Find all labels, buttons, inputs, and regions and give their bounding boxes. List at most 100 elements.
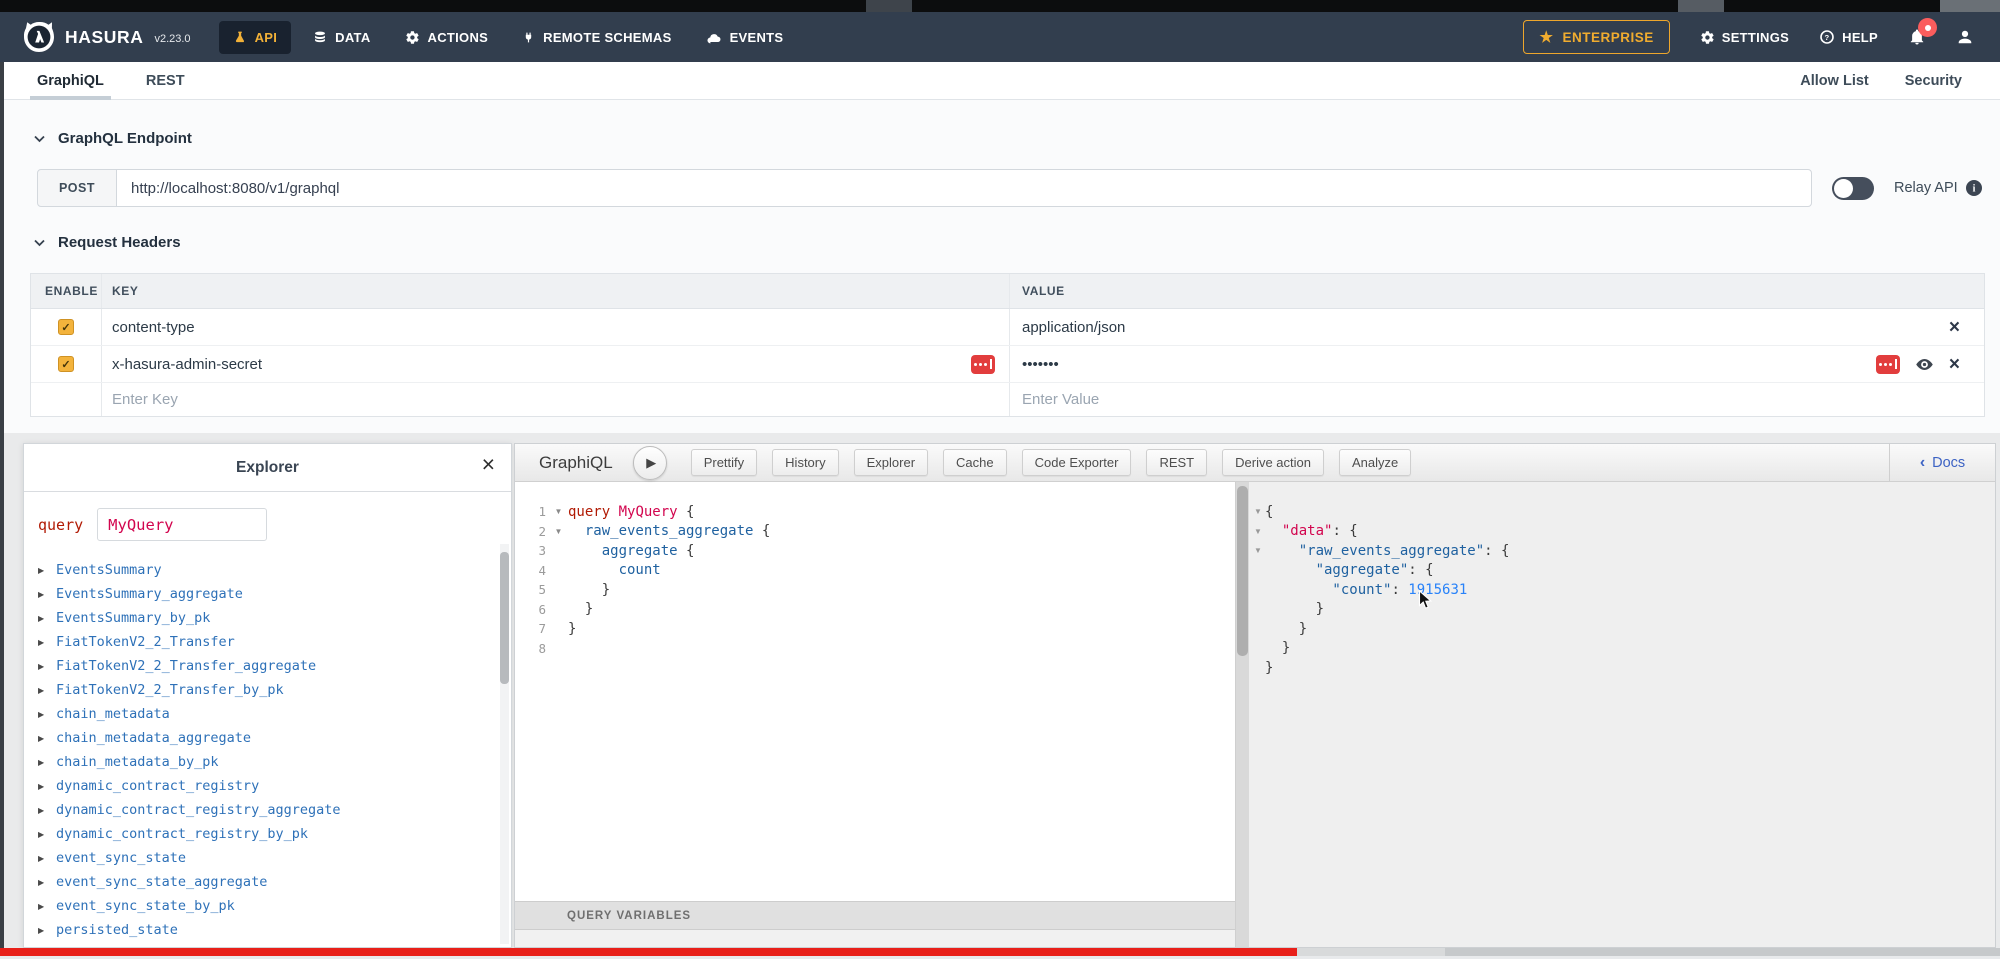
editor-scrollbar[interactable]	[1235, 482, 1249, 947]
tab-security[interactable]: Security	[1905, 62, 1962, 100]
tab-allow-list[interactable]: Allow List	[1800, 62, 1868, 100]
value-cell[interactable]: •••••••×	[1009, 346, 1984, 382]
response-text: }	[1265, 621, 1307, 637]
user-icon[interactable]	[1956, 28, 1974, 46]
token: }	[1265, 660, 1273, 676]
line-number: 8	[515, 641, 551, 656]
nav-tab-remote-schemas[interactable]: REMOTE SCHEMAS	[510, 21, 683, 54]
fold-icon[interactable]: ▼	[1249, 527, 1265, 536]
rest-button[interactable]: REST	[1146, 449, 1207, 476]
subnav-left-tabs: GraphiQL REST	[37, 62, 185, 100]
fold-icon[interactable]: ▼	[1249, 546, 1265, 555]
tab-graphiql[interactable]: GraphiQL	[37, 62, 104, 100]
explorer-field-FiatTokenV2_2_Transfer[interactable]: ▶FiatTokenV2_2_Transfer	[38, 630, 497, 654]
gear-icon	[1700, 30, 1715, 45]
code-exporter-button[interactable]: Code Exporter	[1022, 449, 1132, 476]
play-icon: ▶	[646, 455, 656, 471]
hasura-logo-icon[interactable]	[22, 20, 56, 54]
explorer-field-dynamic_contract_registry_by_pk[interactable]: ▶dynamic_contract_registry_by_pk	[38, 822, 497, 846]
nav-tab-data[interactable]: DATA	[301, 21, 382, 54]
close-icon[interactable]: ×	[482, 453, 495, 476]
explorer-field-persisted_state[interactable]: ▶persisted_state	[38, 918, 497, 942]
graphiql-title: GraphiQL	[539, 453, 613, 473]
cache-button[interactable]: Cache	[943, 449, 1007, 476]
explorer-field-label: chain_metadata_by_pk	[56, 754, 219, 770]
new-key-cell[interactable]: Enter Key	[101, 383, 1009, 416]
derive-action-button[interactable]: Derive action	[1222, 449, 1324, 476]
value-cell[interactable]: application/json×	[1009, 309, 1984, 345]
remove-header-icon[interactable]: ×	[1949, 355, 1960, 374]
response-line: "count": 1915631	[1249, 580, 1995, 600]
analyze-button[interactable]: Analyze	[1339, 449, 1411, 476]
operation-name-input[interactable]	[97, 508, 267, 541]
query-variables-bar[interactable]: QUERY VARIABLES	[515, 901, 1235, 930]
docs-button[interactable]: ‹ Docs	[1889, 444, 1995, 481]
explorer-field-event_sync_state[interactable]: ▶event_sync_state	[38, 846, 497, 870]
explorer-field-FiatTokenV2_2_Transfer_aggregate[interactable]: ▶FiatTokenV2_2_Transfer_aggregate	[38, 654, 497, 678]
explorer-scrollbar[interactable]	[500, 544, 509, 944]
explorer-field-event_sync_state_by_pk[interactable]: ▶event_sync_state_by_pk	[38, 894, 497, 918]
new-header-row: Enter KeyEnter Value	[31, 383, 1984, 416]
header-enabled-checkbox[interactable]: ✓	[58, 319, 74, 335]
explorer-field-FiatTokenV2_2_Transfer_by_pk[interactable]: ▶FiatTokenV2_2_Transfer_by_pk	[38, 678, 497, 702]
nav-tab-api[interactable]: API	[219, 21, 292, 54]
history-button[interactable]: History	[772, 449, 838, 476]
explorer-field-label: FiatTokenV2_2_Transfer	[56, 634, 235, 650]
graphql-endpoint-collapse[interactable]: GraphQL Endpoint	[34, 130, 192, 147]
top-strip-notch	[866, 0, 912, 12]
info-icon[interactable]: i	[1966, 180, 1982, 201]
chevron-down-icon	[34, 135, 45, 143]
settings-button[interactable]: SETTINGS	[1700, 30, 1789, 45]
explorer-field-label: chain_metadata_aggregate	[56, 730, 251, 746]
secret-dots-badge[interactable]	[1876, 355, 1900, 374]
enterprise-button[interactable]: ★ ENTERPRISE	[1523, 20, 1669, 54]
response-text: {	[1265, 504, 1273, 520]
fold-icon[interactable]: ▼	[551, 507, 566, 516]
header-enabled-checkbox[interactable]: ✓	[58, 356, 74, 372]
triangle-right-icon: ▶	[38, 758, 47, 767]
fold-icon[interactable]: ▼	[551, 527, 566, 536]
token: :	[1391, 582, 1408, 598]
explorer-field-dynamic_contract_registry[interactable]: ▶dynamic_contract_registry	[38, 774, 497, 798]
brand-name[interactable]: HASURA	[65, 27, 143, 48]
explorer-field-label: dynamic_contract_registry_by_pk	[56, 826, 308, 842]
token: {	[753, 523, 770, 539]
explorer-field-chain_metadata_by_pk[interactable]: ▶ chain_metadata_by_pk	[38, 750, 497, 774]
endpoint-url-input[interactable]	[116, 169, 1812, 207]
secret-dots-badge[interactable]	[971, 355, 995, 374]
explorer-field-dynamic_contract_registry_aggregate[interactable]: ▶dynamic_contract_registry_aggregate	[38, 798, 497, 822]
key-cell[interactable]: x-hasura-admin-secret	[101, 346, 1009, 382]
explorer-field-event_sync_state_aggregate[interactable]: ▶event_sync_state_aggregate	[38, 870, 497, 894]
request-headers-collapse[interactable]: Request Headers	[34, 234, 181, 251]
relay-api-toggle[interactable]	[1832, 177, 1874, 200]
execute-query-button[interactable]: ▶	[633, 446, 667, 480]
nav-tab-actions[interactable]: ACTIONS	[393, 21, 501, 54]
explorer-button[interactable]: Explorer	[854, 449, 928, 476]
explorer-field-chain_metadata_aggregate[interactable]: ▶chain_metadata_aggregate	[38, 726, 497, 750]
eye-icon[interactable]	[1915, 357, 1934, 372]
explorer-field-chain_metadata[interactable]: ▶chain_metadata	[38, 702, 497, 726]
help-button[interactable]: ? HELP	[1819, 29, 1878, 45]
new-value-cell[interactable]: Enter Value	[1009, 383, 1984, 416]
query-variables-editor[interactable]	[515, 930, 1235, 947]
video-progress-bar[interactable]	[0, 948, 2000, 956]
navbar-right: ★ ENTERPRISE SETTINGS ? HELP	[1523, 20, 1974, 54]
query-editor[interactable]: 1▼query MyQuery {2▼ raw_events_aggregate…	[515, 482, 1235, 901]
explorer-field-EventsSummary_aggregate[interactable]: ▶EventsSummary_aggregate	[38, 582, 497, 606]
notifications-button[interactable]	[1908, 28, 1926, 46]
key-cell[interactable]: content-type	[101, 309, 1009, 345]
top-navbar: HASURA v2.23.0 APIDATAACTIONSREMOTE SCHE…	[0, 12, 2000, 62]
remove-header-icon[interactable]: ×	[1949, 318, 1960, 337]
fold-icon[interactable]: ▼	[1249, 507, 1265, 516]
left-screen-edge	[0, 62, 4, 948]
explorer-field-EventsSummary[interactable]: ▶EventsSummary	[38, 558, 497, 582]
progress-fill	[0, 948, 1297, 956]
tab-rest[interactable]: REST	[146, 62, 185, 100]
scrollbar-thumb[interactable]	[1237, 486, 1248, 656]
nav-tab-events[interactable]: EVENTS	[694, 21, 796, 54]
triangle-right-icon: ▶	[38, 806, 47, 815]
prettify-button[interactable]: Prettify	[691, 449, 757, 476]
scrollbar-thumb[interactable]	[500, 552, 509, 684]
plug-icon	[522, 30, 535, 45]
explorer-field-EventsSummary_by_pk[interactable]: ▶EventsSummary_by_pk	[38, 606, 497, 630]
